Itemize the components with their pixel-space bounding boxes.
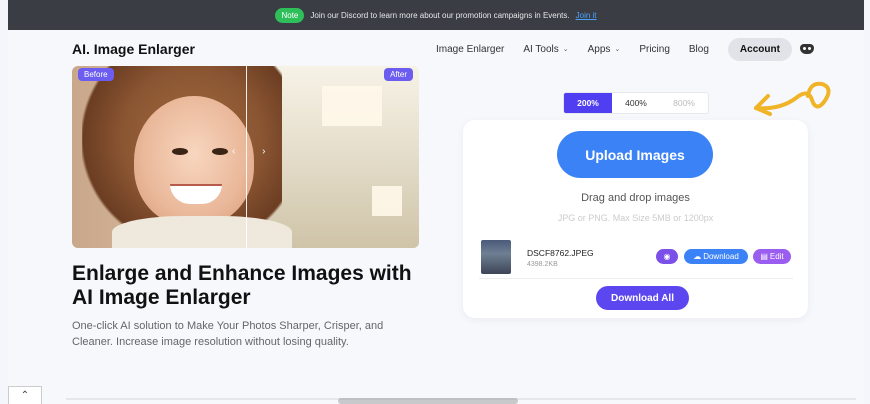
edit-icon: ▤: [760, 252, 768, 261]
window-decoration: [322, 86, 382, 126]
preview-button[interactable]: ◉: [656, 249, 678, 264]
file-limit-text: JPG or PNG. Max Size 5MB or 1200px: [557, 213, 714, 223]
page: Note Join our Discord to learn more abou…: [8, 0, 864, 404]
scroll-top-button[interactable]: ⌃: [8, 386, 42, 404]
eye-icon: ◉: [663, 252, 671, 261]
nav-label: Apps: [587, 43, 611, 55]
scale-800-button[interactable]: 800%: [660, 93, 708, 113]
promo-banner: Note Join our Discord to learn more abou…: [8, 0, 864, 30]
face-shape: [134, 96, 254, 226]
logo[interactable]: AI. Image Enlarger: [72, 41, 195, 57]
before-after-image[interactable]: ‹ › Before After: [72, 66, 419, 248]
nav-label: Blog: [688, 43, 709, 55]
nav-label: Image Enlarger: [436, 43, 505, 55]
bottom-shadow: [338, 398, 518, 404]
drag-drop-text: Drag and drop images: [581, 192, 690, 204]
nav-pricing[interactable]: Pricing: [639, 44, 670, 55]
shirt-shape: [112, 216, 292, 248]
page-title: Enlarge and Enhance Images with AI Image…: [72, 262, 412, 309]
file-thumbnail: [481, 240, 511, 274]
download-button[interactable]: ☁ Download: [684, 249, 748, 264]
note-badge: Note: [275, 7, 305, 23]
upload-images-button[interactable]: Upload Images: [557, 131, 713, 178]
slider-arrows-icon: ‹ ›: [232, 146, 278, 157]
download-all-button[interactable]: Download All: [596, 286, 689, 310]
compare-slider-handle[interactable]: [246, 66, 247, 248]
upload-card: Upload Images Drag and drop images JPG o…: [463, 120, 808, 318]
download-label: Download: [703, 252, 739, 261]
discord-icon[interactable]: [799, 44, 814, 54]
eye-shape: [172, 148, 188, 155]
join-link[interactable]: Join it: [576, 11, 597, 20]
account-button[interactable]: Account: [727, 37, 792, 61]
nav-ai-tools[interactable]: AI Tools ⌄: [523, 44, 568, 55]
scale-200-button[interactable]: 200%: [564, 93, 612, 113]
nav-label: Pricing: [639, 43, 670, 55]
chevron-down-icon: ⌄: [614, 46, 621, 53]
header: AI. Image Enlarger Image Enlarger AI Too…: [8, 30, 864, 70]
scale-400-button[interactable]: 400%: [612, 93, 660, 113]
nav-blog[interactable]: Blog: [689, 44, 709, 55]
scale-selector: 200% 400% 800%: [563, 92, 709, 114]
arrow-doodle-icon: [754, 81, 831, 116]
cloud-download-icon: ☁: [693, 252, 702, 261]
edit-label: Edit: [769, 252, 784, 261]
chevron-up-icon: ⌃: [20, 390, 30, 401]
banner-message: Join our Discord to learn more about our…: [310, 10, 570, 20]
before-tag: Before: [78, 68, 114, 81]
eye-shape: [212, 148, 228, 155]
after-tag: After: [384, 68, 413, 81]
nav-label: AI Tools: [523, 43, 559, 55]
nav-apps[interactable]: Apps ⌄: [588, 44, 621, 55]
page-subtitle: One-click AI solution to Make Your Photo…: [72, 320, 384, 348]
nav-image-enlarger[interactable]: Image Enlarger: [436, 44, 504, 55]
file-size: 4398.2KB: [527, 261, 558, 268]
main-nav: Image Enlarger AI Tools ⌄ Apps ⌄ Pricing…: [436, 36, 814, 62]
chevron-down-icon: ⌄: [562, 46, 569, 53]
divider: [479, 278, 793, 279]
edit-button[interactable]: ▤ Edit: [753, 249, 791, 264]
file-name: DSCF8762.JPEG: [527, 248, 594, 258]
window-decoration: [372, 186, 402, 216]
